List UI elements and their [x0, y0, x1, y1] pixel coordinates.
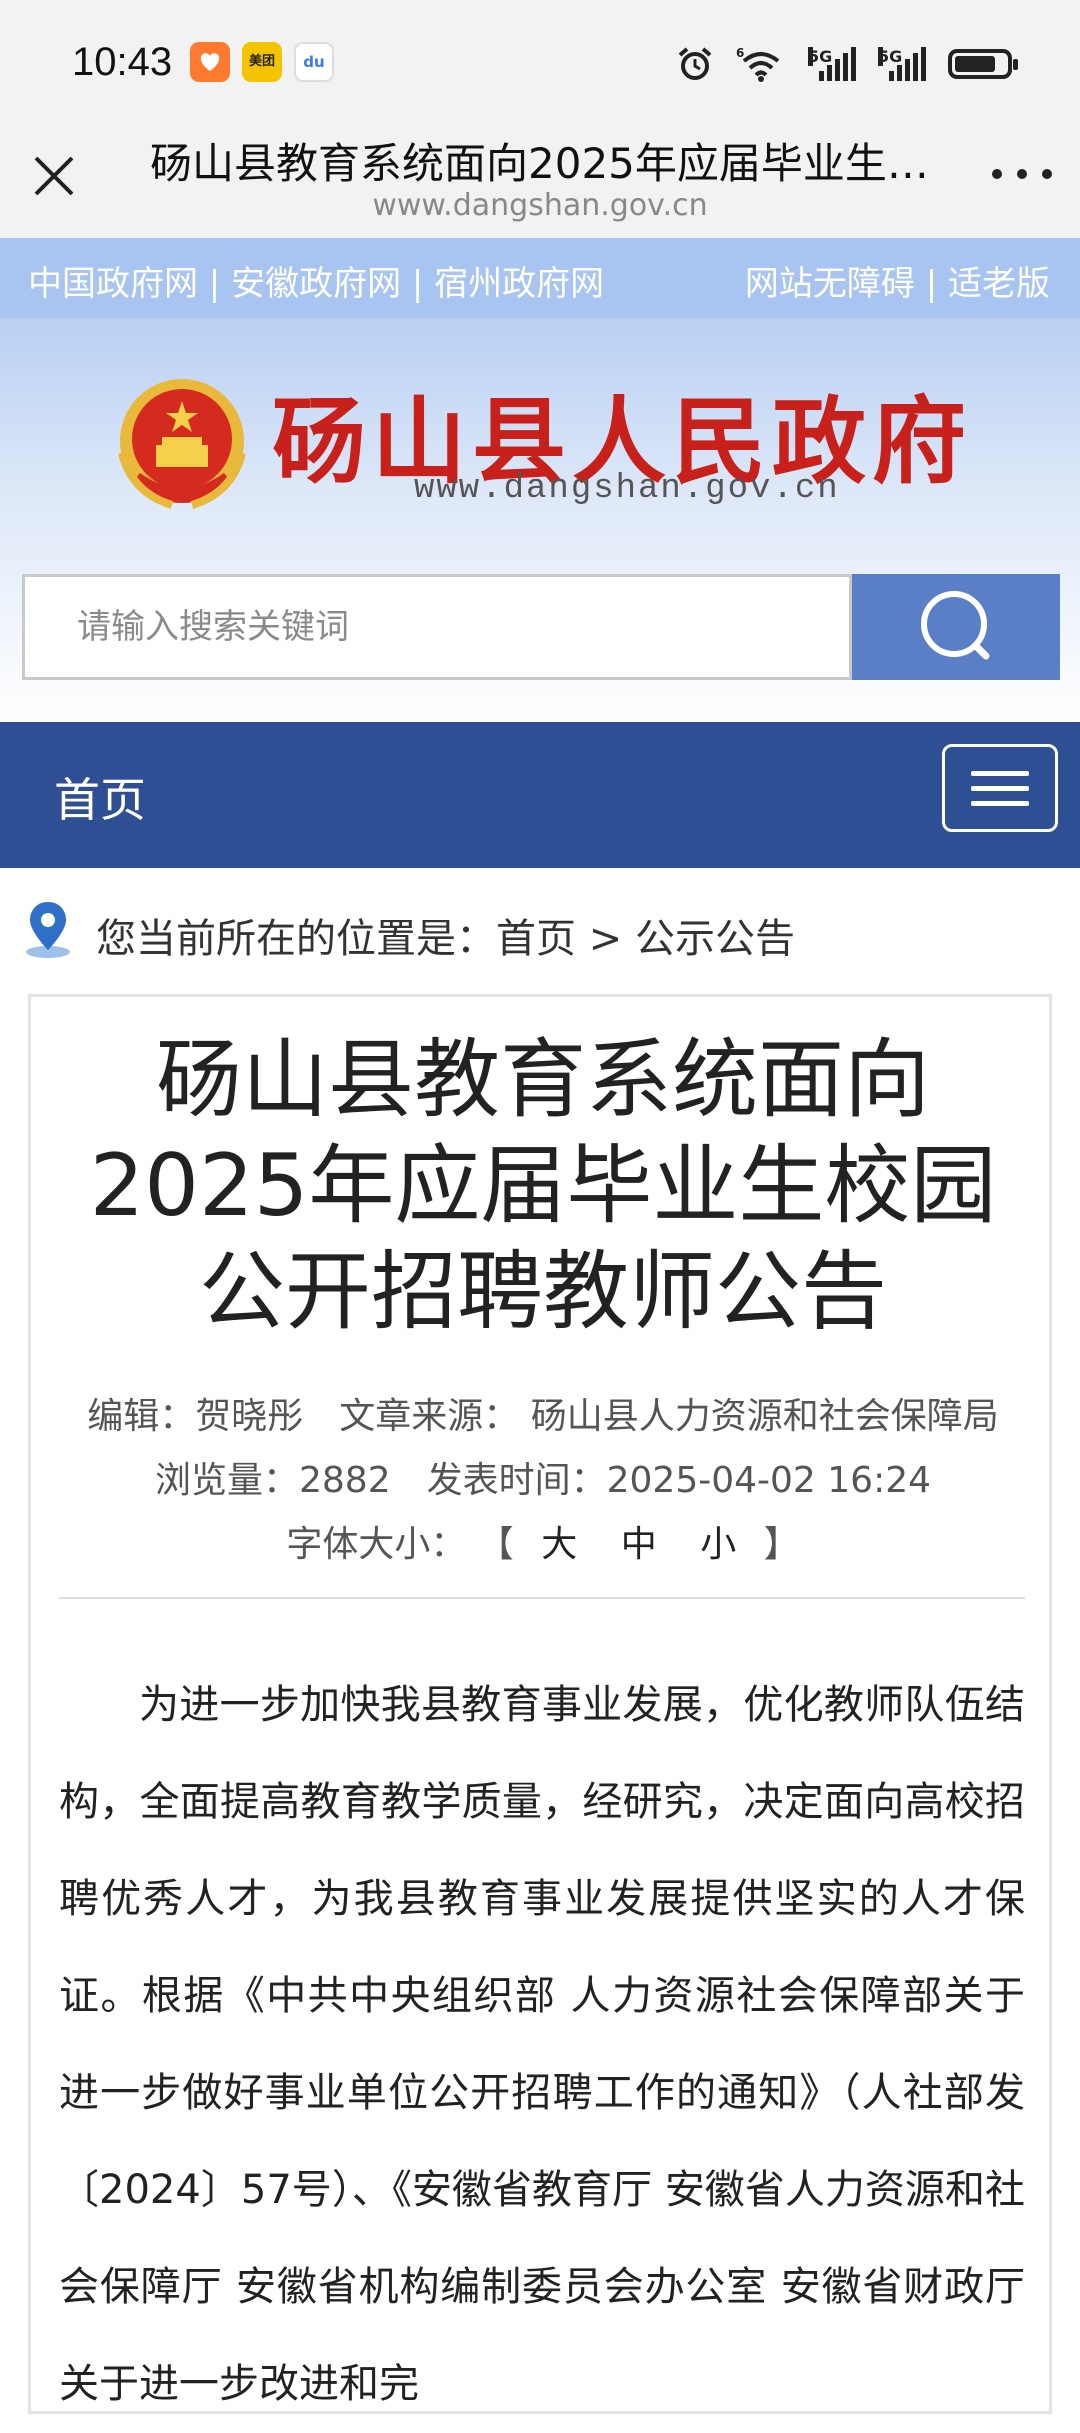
article-card: 砀山县教育系统面向2025年应届毕业生校园公开招聘教师公告 编辑：贺晓彤 文章来…: [28, 994, 1052, 2414]
article-meta-info: 编辑：贺晓彤 文章来源： 砀山县人力资源和社会保障局 浏览量：2882 发表时间…: [87, 1396, 1035, 1501]
gov-links[interactable]: 中国政府网 | 安徽政府网 | 宿州政府网: [28, 256, 604, 305]
divider: [59, 1597, 1025, 1599]
status-time: 10:43: [72, 40, 173, 84]
baidu-icon: du: [294, 42, 334, 82]
taobao-icon: [190, 42, 230, 82]
font-size-small[interactable]: 小: [700, 1524, 736, 1565]
font-size-label: 字体大小：: [286, 1524, 467, 1565]
svg-text:6: 6: [736, 46, 744, 60]
site-banner: 砀山县人民政府 www.dangshan.gov.cn: [0, 318, 1080, 722]
more-menu-button[interactable]: [992, 154, 1052, 194]
browser-title-bar: 砀山县教育系统面向2025年应届毕业生校园公开招聘教师公告 www.dangsh…: [0, 130, 1080, 238]
font-size-bracket-open: 【: [477, 1524, 514, 1565]
location-pin-icon: [26, 902, 70, 958]
hamburger-menu-button[interactable]: [942, 744, 1058, 832]
status-bar: 10:43 美团 du 6 5G 5G: [0, 0, 1080, 130]
page-title: 砀山县教育系统面向2025年应届毕业生校园公开招聘教师公告: [150, 139, 930, 188]
dot-icon: [1042, 169, 1052, 179]
article-meta: 编辑：贺晓彤 文章来源： 砀山县人力资源和社会保障局 浏览量：2882 发表时间…: [61, 1385, 1035, 1577]
main-nav: 首页: [0, 722, 1080, 868]
breadcrumb: 您当前所在的位置是：首页 > 公示公告: [0, 868, 1080, 988]
menu-line: [971, 785, 1029, 791]
meituan-icon: 美团: [242, 42, 282, 82]
alarm-icon: [678, 47, 712, 80]
top-links-bar: 中国政府网 | 安徽政府网 | 宿州政府网 网站无障碍 | 适老版: [0, 238, 1080, 318]
system-icons: 6 5G 5G: [676, 44, 1018, 84]
search-button[interactable]: [852, 574, 1060, 680]
article-title: 砀山县教育系统面向2025年应届毕业生校园公开招聘教师公告: [89, 1030, 997, 1342]
national-emblem-icon: [118, 379, 246, 509]
breadcrumb-text: 您当前所在的位置是：首页 > 公示公告: [96, 916, 795, 962]
battery-icon: [948, 49, 1018, 79]
signal-icon-1: 5G: [808, 47, 856, 81]
search-input[interactable]: [25, 577, 849, 677]
search-icon: [921, 591, 990, 660]
font-size-medium[interactable]: 中: [621, 1524, 657, 1565]
page-url: www.dangshan.gov.cn: [372, 188, 708, 223]
font-size-controls: 字体大小： 【 大 中 小 】: [61, 1513, 1025, 1577]
close-button[interactable]: [28, 150, 80, 202]
search-box: [22, 574, 852, 680]
font-size-bracket-close: 】: [763, 1524, 800, 1565]
site-domain: www.dangshan.gov.cn: [414, 470, 840, 508]
menu-line: [971, 800, 1029, 806]
dot-icon: [992, 169, 1002, 179]
dot-icon: [1017, 169, 1027, 179]
signal-icon-2: 5G: [878, 47, 926, 81]
accessibility-links[interactable]: 网站无障碍 | 适老版: [745, 256, 1050, 305]
article-body: 为进一步加快我县教育事业发展，优化教师队伍结构，全面提高教育教学质量，经研究，决…: [59, 1682, 1025, 2407]
wifi-icon: 6: [736, 46, 780, 82]
font-size-large[interactable]: 大: [541, 1524, 577, 1565]
nav-home[interactable]: 首页: [54, 764, 146, 830]
close-icon: [34, 156, 74, 196]
menu-line: [971, 770, 1029, 776]
